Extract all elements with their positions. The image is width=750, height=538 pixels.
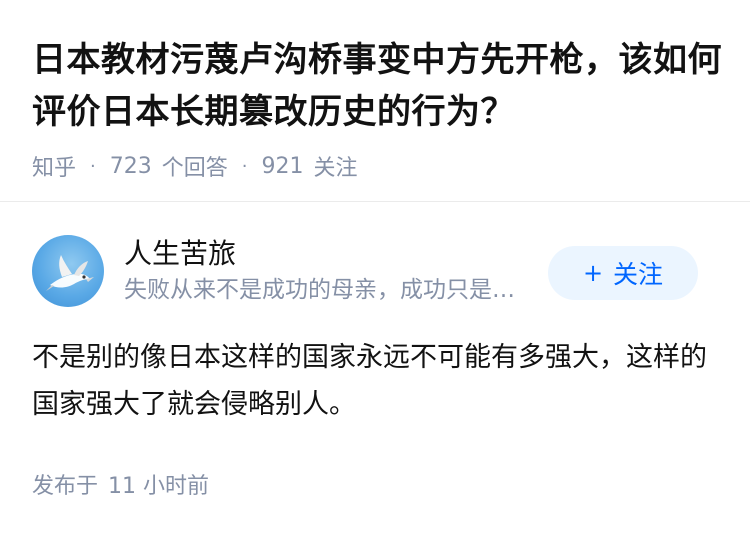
answer-content[interactable]: 不是别的像日本这样的国家永远不可能有多强大，这样的国家强大了就会侵略别人。 xyxy=(32,334,718,428)
answer-count[interactable]: 723 xyxy=(110,154,152,179)
avatar[interactable] xyxy=(32,235,104,307)
plus-icon: + xyxy=(582,259,604,287)
author-bio: 失败从来不是成功的母亲，成功只是成功的父亲 xyxy=(124,277,534,303)
author-row: 人生苦旅 失败从来不是成功的母亲，成功只是成功的父亲 + 关注 xyxy=(32,234,718,308)
published-time: 11 小时前 xyxy=(108,474,210,499)
section-divider xyxy=(0,201,750,202)
meta-separator: · xyxy=(90,155,96,177)
published-prefix: 发布于 xyxy=(32,474,99,499)
question-header: 日本教材污蔑卢沟桥事变中方先开枪，该如何评价日本长期篡改历史的行为？ 知乎 · … xyxy=(32,34,722,182)
follower-count-label[interactable]: 关注 xyxy=(314,150,358,182)
author-info: 人生苦旅 失败从来不是成功的母亲，成功只是成功的父亲 xyxy=(124,236,534,306)
follow-button-label: 关注 xyxy=(613,260,664,289)
answer-card: 人生苦旅 失败从来不是成功的母亲，成功只是成功的父亲 + 关注 不是别的像日本这… xyxy=(32,234,718,500)
source-label[interactable]: 知乎 xyxy=(32,150,76,182)
follow-button[interactable]: + 关注 xyxy=(548,246,698,300)
bird-icon xyxy=(46,255,94,291)
answer-count-label[interactable]: 个回答 xyxy=(162,150,228,182)
question-meta: 知乎 · 723 个回答 · 921 关注 xyxy=(32,150,722,182)
author-name[interactable]: 人生苦旅 xyxy=(124,236,534,272)
follower-count[interactable]: 921 xyxy=(262,154,304,179)
question-title[interactable]: 日本教材污蔑卢沟桥事变中方先开枪，该如何评价日本长期篡改历史的行为？ xyxy=(32,34,722,138)
meta-separator: · xyxy=(241,155,248,177)
answer-timestamp: 发布于 11 小时前 xyxy=(32,468,718,500)
